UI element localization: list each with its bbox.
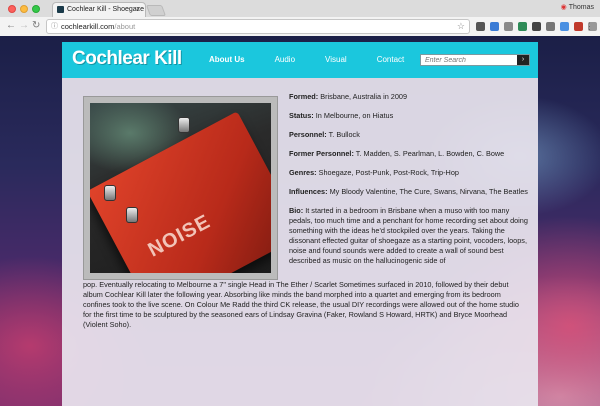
extension-2-icon[interactable]: [490, 22, 499, 31]
extension-1-icon[interactable]: [476, 22, 485, 31]
window-close-button[interactable]: [8, 5, 16, 13]
profile-icon: ◉: [560, 4, 567, 11]
nav-link-about-us[interactable]: About Us: [209, 42, 245, 78]
extension-7-icon[interactable]: [560, 22, 569, 31]
extension-4-icon[interactable]: [518, 22, 527, 31]
browser-tab[interactable]: Cochlear Kill - Shoegaze ×: [52, 2, 146, 17]
back-arrow-icon[interactable]: ←: [6, 20, 16, 32]
profile-name: Thomas: [568, 4, 594, 11]
browser-menu-icon[interactable]: ⋮: [585, 20, 594, 32]
about-content: NOISE Formed: Brisbane, Australia in 200…: [62, 78, 538, 406]
extension-icons: [476, 21, 597, 32]
site-nav: About Us Audio Visual Contact: [209, 42, 404, 78]
page-viewport: Cochlear Kill About Us Audio Visual Cont…: [0, 36, 600, 406]
nav-link-visual[interactable]: Visual: [325, 42, 347, 78]
site-search: ›: [420, 54, 530, 66]
extension-6-icon[interactable]: [546, 22, 555, 31]
pedal-knob-icon: [126, 207, 138, 223]
bookmark-star-icon[interactable]: ☆: [457, 20, 465, 33]
new-tab-button[interactable]: [145, 5, 167, 16]
tab-title: Cochlear Kill - Shoegaze: [67, 6, 145, 13]
info-genres: Genres: Shoegaze, Post-Punk, Post-Rock, …: [289, 168, 459, 177]
info-bio: Bio: It started in a bedroom in Brisbane…: [289, 206, 528, 265]
favicon-icon: [57, 6, 64, 13]
band-photo: NOISE: [83, 96, 278, 280]
profile-button[interactable]: ◉ Thomas: [561, 3, 594, 11]
page-info-icon: ⓘ: [51, 23, 58, 30]
pedal-knob-icon: [104, 185, 116, 201]
window-minimize-button[interactable]: [20, 5, 28, 13]
extension-3-icon[interactable]: [504, 22, 513, 31]
site-logo[interactable]: Cochlear Kill: [72, 48, 182, 70]
forward-arrow-icon[interactable]: →: [19, 20, 29, 32]
window-maximize-button[interactable]: [32, 5, 40, 13]
nav-link-contact[interactable]: Contact: [377, 42, 405, 78]
search-input[interactable]: [421, 55, 517, 65]
tab-close-icon[interactable]: ×: [136, 3, 140, 17]
title-bar: Cochlear Kill - Shoegaze × ◉ Thomas: [0, 0, 600, 17]
band-info: Formed: Brisbane, Australia in 2009 Stat…: [289, 92, 529, 275]
extension-5-icon[interactable]: [532, 22, 541, 31]
info-status: Status: In Melbourne, on Hiatus: [289, 111, 394, 120]
url-host: cochlearkill.com: [61, 22, 115, 31]
info-influences: Influences: My Bloody Valentine, The Cur…: [289, 187, 528, 196]
site-header: Cochlear Kill About Us Audio Visual Cont…: [62, 42, 538, 78]
extension-8-icon[interactable]: [574, 22, 583, 31]
pedal-knob-icon: [178, 117, 190, 133]
noise-pedal-image: NOISE: [90, 103, 271, 273]
search-button[interactable]: ›: [517, 55, 529, 65]
bio-continued: pop. Eventually relocating to Melbourne …: [83, 280, 519, 329]
info-former-personnel: Former Personnel: T. Madden, S. Pearlman…: [289, 149, 505, 158]
address-bar[interactable]: ⓘ cochlearkill.com/about ☆: [46, 19, 470, 34]
nav-link-audio[interactable]: Audio: [275, 42, 295, 78]
info-formed: Formed: Brisbane, Australia in 2009: [289, 92, 408, 101]
reload-icon[interactable]: ↻: [32, 20, 40, 32]
browser-toolbar: ← → ↻ ⓘ cochlearkill.com/about ☆ ⋮: [0, 17, 600, 36]
url-path: /about: [114, 22, 136, 31]
info-personnel: Personnel: T. Bullock: [289, 130, 360, 139]
browser-chrome: Cochlear Kill - Shoegaze × ◉ Thomas ← → ↻…: [0, 0, 600, 36]
